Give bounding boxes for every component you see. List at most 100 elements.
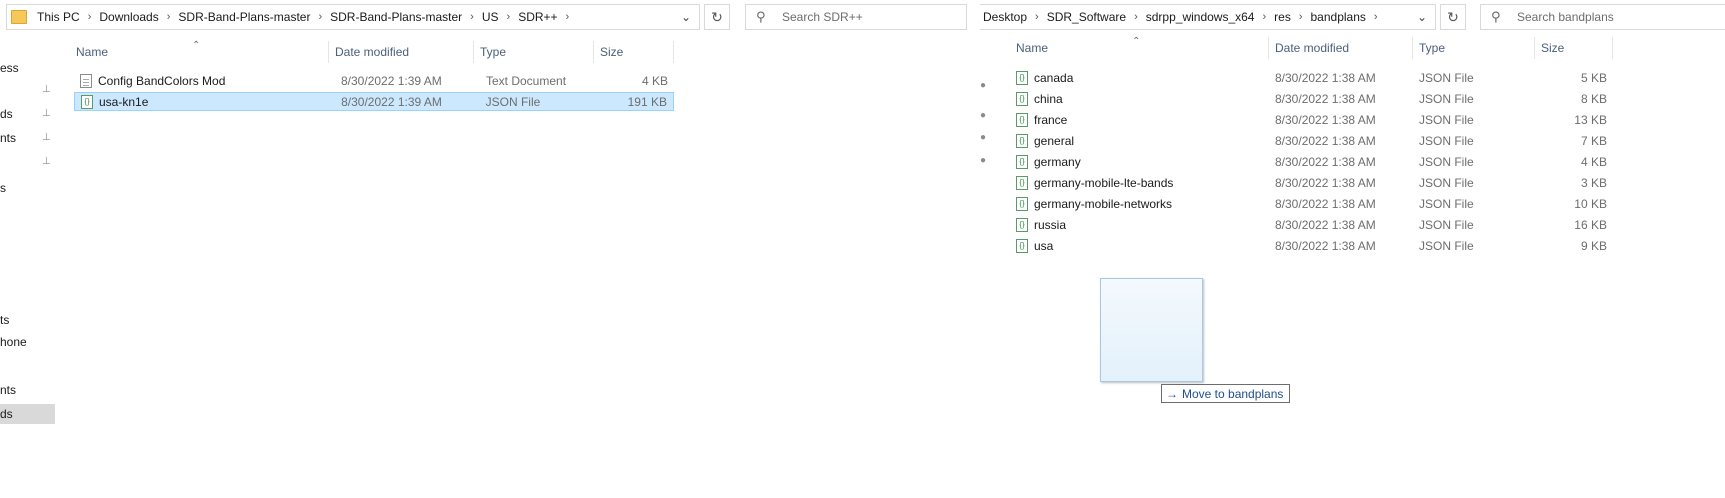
file-size-cell: 13 KB [1574, 112, 1607, 127]
file-size-cell: 7 KB [1580, 133, 1607, 148]
breadcrumb-separator[interactable]: › [1297, 11, 1305, 23]
right-address-bar[interactable]: Desktop › SDR_Software › sdrpp_windows_x64 › r… [980, 4, 1436, 30]
file-date-cell: 8/30/2022 1:39 AM [341, 73, 442, 88]
refresh-icon[interactable]: ↻ [1440, 4, 1466, 30]
nav-item[interactable]: nts [0, 380, 50, 400]
breadcrumb-item[interactable]: Desktop [980, 10, 1033, 24]
file-name: germany-mobile-lte-bands [1034, 175, 1174, 190]
column-size-header[interactable]: Size [1535, 37, 1613, 59]
file-size-cell: 9 KB [1580, 238, 1607, 253]
arrow-right-icon: → [1166, 386, 1178, 401]
file-name: usa-kn1e [99, 94, 149, 109]
file-row[interactable]: {} general 8/30/2022 1:38 AM JSON File 7 KB [1010, 131, 1613, 150]
file-row[interactable]: {} usa 8/30/2022 1:38 AM JSON File 9 KB [1010, 236, 1613, 255]
breadcrumb-item[interactable]: SDR++ [512, 10, 563, 24]
refresh-icon[interactable]: ↻ [704, 4, 730, 30]
file-type-cell: JSON File [1419, 196, 1474, 211]
pin-icon: ● [980, 80, 987, 91]
file-row[interactable]: {} canada 8/30/2022 1:38 AM JSON File 5 KB [1010, 68, 1613, 87]
file-row[interactable]: {} germany-mobile-networks 8/30/2022 1:38 … [1010, 194, 1613, 213]
file-row[interactable]: {} germany-mobile-lte-bands 8/30/2022 1:38… [1010, 173, 1613, 192]
column-type-header[interactable]: Type [1413, 37, 1535, 59]
left-address-bar[interactable]: This PC › Downloads › SDR-Band-Plans-master ›… [6, 4, 700, 30]
breadcrumb-separator[interactable]: › [165, 11, 173, 23]
breadcrumb-item[interactable]: This PC [31, 10, 86, 24]
breadcrumb-separator[interactable]: › [1132, 11, 1140, 23]
file-type-cell: Text Document [486, 73, 567, 88]
drag-preview [1100, 278, 1203, 382]
breadcrumb-separator[interactable]: › [86, 11, 94, 23]
nav-item[interactable]: s [0, 178, 50, 198]
left-column-header: Name ⌃ Date modified Type Size [70, 40, 674, 63]
breadcrumb-item[interactable]: SDR_Software [1041, 10, 1132, 24]
file-date-cell: 8/30/2022 1:38 AM [1275, 133, 1376, 148]
breadcrumb-separator[interactable]: › [1260, 11, 1268, 23]
right-explorer-window: Desktop › SDR_Software › sdrpp_windows_x64 › r… [980, 0, 1725, 498]
file-date-cell: 8/30/2022 1:38 AM [1275, 112, 1376, 127]
nav-item[interactable]: ds [0, 404, 55, 424]
column-name-header[interactable]: Name ⌃ [1010, 36, 1269, 59]
breadcrumb-item[interactable]: SDR-Band-Plans-master [324, 10, 468, 24]
file-size-cell: 5 KB [1580, 70, 1607, 85]
file-name: canada [1034, 70, 1074, 85]
file-row[interactable]: {} usa-kn1e 8/30/2022 1:39 AM JSON File 191 … [74, 92, 674, 111]
pin-icon: ● [980, 132, 987, 143]
file-type-cell: JSON File [1419, 154, 1474, 169]
breadcrumb-separator[interactable]: › [564, 11, 572, 23]
pin-icon: ⊥ [42, 156, 51, 167]
file-row[interactable]: {} germany 8/30/2022 1:38 AM JSON File 4 KB [1010, 152, 1613, 171]
left-search-input[interactable] [782, 10, 932, 24]
breadcrumb-item[interactable]: SDR-Band-Plans-master [172, 10, 316, 24]
breadcrumb-separator[interactable]: › [1033, 11, 1041, 23]
breadcrumb-separator[interactable]: › [468, 11, 476, 23]
file-row[interactable]: Config BandColors Mod 8/30/2022 1:39 AM Te… [74, 71, 674, 90]
file-size-cell: 3 KB [1580, 175, 1607, 190]
nav-item[interactable]: hone [0, 332, 50, 352]
json-file-icon: {} [1016, 154, 1028, 169]
pin-icon: ● [980, 155, 987, 166]
column-type-header[interactable]: Type [474, 41, 594, 63]
file-date-cell: 8/30/2022 1:38 AM [1275, 70, 1376, 85]
file-type-cell: JSON File [485, 94, 541, 109]
column-name-header[interactable]: Name ⌃ [70, 40, 329, 63]
left-breadcrumb: This PC › Downloads › SDR-Band-Plans-master ›… [31, 5, 673, 29]
breadcrumb-item[interactable]: res [1268, 10, 1297, 24]
pin-icon: ⊥ [42, 132, 51, 143]
breadcrumb-separator[interactable]: › [316, 11, 324, 23]
file-date-cell: 8/30/2022 1:39 AM [341, 94, 442, 109]
file-name-cell: Config BandColors Mod [74, 73, 335, 88]
file-date-cell: 8/30/2022 1:38 AM [1275, 154, 1376, 169]
json-file-icon: {} [1016, 175, 1028, 190]
breadcrumb-item[interactable]: bandplans [1305, 10, 1372, 24]
file-row[interactable]: {} france 8/30/2022 1:38 AM JSON File 13 KB [1010, 110, 1613, 129]
column-date-header[interactable]: Date modified [1269, 37, 1413, 59]
breadcrumb-item[interactable]: sdrpp_windows_x64 [1140, 10, 1261, 24]
file-date-cell: 8/30/2022 1:38 AM [1275, 217, 1376, 232]
file-name-cell: {} general [1010, 133, 1269, 148]
file-row[interactable]: {} russia 8/30/2022 1:38 AM JSON File 16 KB [1010, 215, 1613, 234]
file-size-cell: 4 KB [641, 73, 668, 88]
nav-item[interactable]: ess [0, 58, 50, 78]
chevron-down-icon[interactable]: ⌄ [673, 5, 699, 29]
file-size-cell: 16 KB [1574, 217, 1607, 232]
json-file-icon: {} [1016, 133, 1028, 148]
nav-item[interactable]: ts [0, 310, 50, 330]
file-date-cell: 8/30/2022 1:38 AM [1275, 175, 1376, 190]
file-date-cell: 8/30/2022 1:38 AM [1275, 238, 1376, 253]
left-search-box[interactable]: ⚲ [745, 4, 967, 30]
breadcrumb-separator[interactable]: › [1372, 11, 1380, 23]
file-type-cell: JSON File [1419, 175, 1474, 190]
breadcrumb-item[interactable]: Downloads [93, 10, 164, 24]
chevron-down-icon[interactable]: ⌄ [1409, 5, 1435, 29]
file-name: china [1034, 91, 1063, 106]
column-size-header[interactable]: Size [594, 41, 674, 63]
file-name: Config BandColors Mod [98, 73, 226, 88]
file-row[interactable]: {} china 8/30/2022 1:38 AM JSON File 8 KB [1010, 89, 1613, 108]
right-search-box[interactable]: ⚲ [1480, 4, 1725, 30]
json-file-icon: {} [81, 94, 93, 109]
right-search-input[interactable] [1517, 10, 1667, 24]
column-date-header[interactable]: Date modified [329, 41, 474, 63]
breadcrumb-separator[interactable]: › [505, 11, 513, 23]
file-type-cell: JSON File [1419, 70, 1474, 85]
breadcrumb-item[interactable]: US [476, 10, 505, 24]
